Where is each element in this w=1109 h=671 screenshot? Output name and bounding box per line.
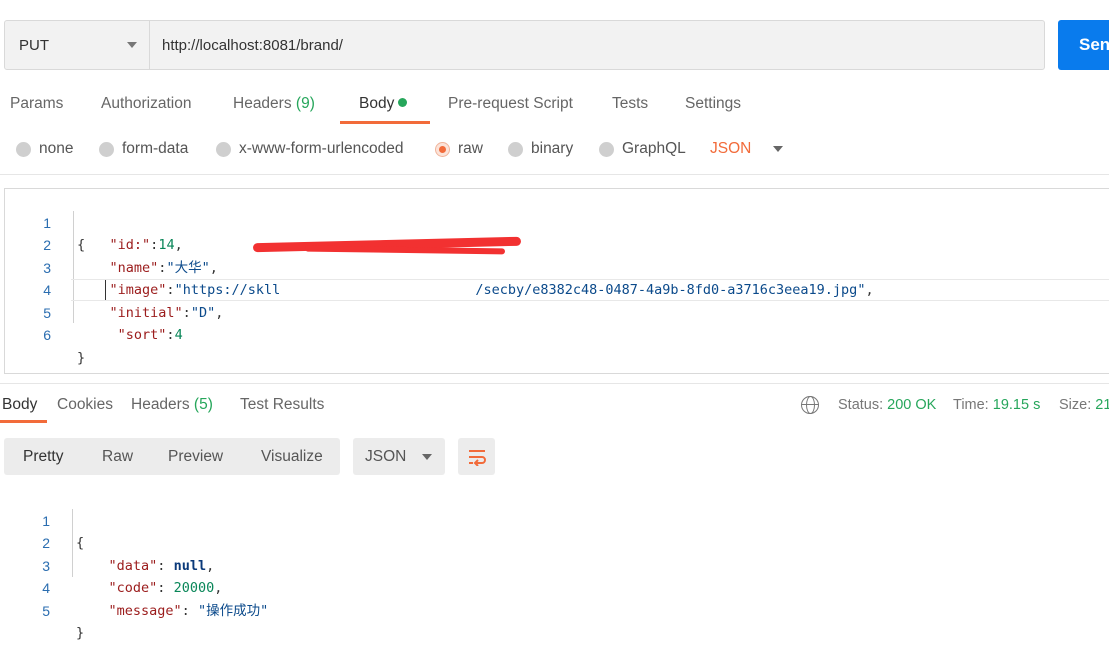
radio-x-www-form-urlencoded[interactable]: x-www-form-urlencoded xyxy=(216,134,404,164)
code-line: 2 "name":"大华", xyxy=(5,212,1109,276)
raw-format-select[interactable]: JSON xyxy=(710,134,784,164)
time-value: 19.15 s xyxy=(992,397,1041,413)
code-line: 1 { xyxy=(4,487,1104,552)
json-value: "操作成功" xyxy=(197,602,269,619)
method-label: PUT xyxy=(19,36,49,54)
headers-count: (5) xyxy=(193,396,213,413)
radio-raw[interactable]: raw xyxy=(435,134,483,164)
chevron-down-icon xyxy=(422,453,433,460)
body-type-options: none form-data x-www-form-urlencoded raw… xyxy=(0,134,1109,164)
tab-cookies[interactable]: Cookies xyxy=(57,390,113,422)
json-key: "sort" xyxy=(117,327,167,343)
request-tabs: Params Authorization Headers (9) Body Pr… xyxy=(0,84,1109,124)
raw-format-label: JSON xyxy=(710,140,752,157)
radio-graphql[interactable]: GraphQL xyxy=(599,134,686,164)
colon: : xyxy=(166,327,175,343)
tab-test-results[interactable]: Test Results xyxy=(240,390,324,422)
view-mode-group: Pretty Raw Preview Visualize xyxy=(4,438,340,475)
json-key: "message" xyxy=(108,602,182,619)
code-line: 3 "code": 20000, xyxy=(4,532,1104,597)
size-value: 21 xyxy=(1095,397,1109,413)
tab-settings[interactable]: Settings xyxy=(685,84,741,124)
response-format-select[interactable]: JSON xyxy=(353,438,445,475)
response-body-viewer[interactable]: 1 { 2 "data": null, 3 "code": 20000, 4 "… xyxy=(4,487,1104,642)
tab-response-headers[interactable]: Headers (5) xyxy=(131,390,213,422)
radio-label: GraphQL xyxy=(622,140,686,157)
code-line: 5 } xyxy=(4,577,1104,642)
size-label: Size: xyxy=(1059,397,1092,413)
response-tabs: Body Cookies Headers (5) Test Results St… xyxy=(0,390,1109,423)
view-raw[interactable]: Raw xyxy=(102,438,133,475)
status-value: 200 OK xyxy=(887,397,937,413)
tab-body[interactable]: Body xyxy=(359,84,408,124)
code-line: 4 "initial":"D", xyxy=(5,257,1109,321)
globe-icon[interactable] xyxy=(801,396,819,414)
modified-dot-icon xyxy=(398,98,408,107)
code-line: 6 } xyxy=(5,302,1109,366)
brace: } xyxy=(77,349,86,366)
radio-label: raw xyxy=(458,140,483,157)
radio-circle-icon xyxy=(99,141,114,157)
radio-none[interactable]: none xyxy=(16,134,73,164)
radio-binary[interactable]: binary xyxy=(508,134,573,164)
code-line: 5 "sort":4 xyxy=(5,279,1109,344)
send-button[interactable]: Send xyxy=(1058,20,1109,70)
chevron-down-icon xyxy=(127,42,137,48)
tab-label: Headers xyxy=(131,396,190,413)
url-input[interactable]: http://localhost:8081/brand/ xyxy=(150,21,1044,69)
tab-authorization[interactable]: Authorization xyxy=(101,84,191,124)
tab-label: Headers xyxy=(233,95,292,112)
radio-circle-icon xyxy=(16,141,31,157)
radio-label: form-data xyxy=(122,140,189,157)
response-format-label: JSON xyxy=(365,447,407,465)
line-number: 5 xyxy=(42,602,50,619)
tab-tests[interactable]: Tests xyxy=(612,84,648,124)
radio-selected-icon xyxy=(435,141,450,157)
radio-circle-icon xyxy=(508,141,523,157)
request-body-editor[interactable]: 1 { "id:":14, 2 "name":"大华", 3 "image":"… xyxy=(4,188,1109,374)
status-readout: Status: 200 OK xyxy=(838,390,936,422)
tab-params[interactable]: Params xyxy=(10,84,63,124)
line-number: 6 xyxy=(43,327,51,343)
view-pretty[interactable]: Pretty xyxy=(23,438,63,475)
view-preview[interactable]: Preview xyxy=(168,438,223,475)
view-visualize[interactable]: Visualize xyxy=(261,438,323,475)
code-line: 2 "data": null, xyxy=(4,510,1104,574)
status-label: Status: xyxy=(838,397,884,413)
code-line: 3 "image":"https://skll /secby/e8382c48-… xyxy=(5,234,1109,299)
chevron-down-icon xyxy=(773,146,784,152)
headers-count: (9) xyxy=(295,95,315,112)
size-readout: Size: 21 xyxy=(1059,390,1109,422)
tab-response-body[interactable]: Body xyxy=(2,390,37,422)
method-select[interactable]: PUT xyxy=(5,21,150,69)
tab-pre-request-script[interactable]: Pre-request Script xyxy=(448,84,573,124)
wrap-lines-button[interactable] xyxy=(458,438,495,475)
radio-circle-icon xyxy=(599,141,614,157)
radio-form-data[interactable]: form-data xyxy=(99,134,188,164)
code-line: 1 { "id:":14, xyxy=(5,189,1109,254)
code-line: 4 "message": "操作成功" xyxy=(4,555,1104,619)
colon: : xyxy=(181,602,198,619)
time-readout: Time: 19.15 s xyxy=(953,390,1040,422)
active-tab-indicator xyxy=(340,121,430,124)
wrap-lines-icon xyxy=(468,449,486,466)
radio-label: x-www-form-urlencoded xyxy=(239,140,404,157)
active-tab-indicator xyxy=(0,420,47,423)
tab-label: Body xyxy=(359,95,395,112)
request-bar: PUT http://localhost:8081/brand/ xyxy=(4,20,1045,70)
json-value: 4 xyxy=(174,327,183,343)
brace: } xyxy=(76,625,85,641)
radio-label: binary xyxy=(531,140,574,157)
divider xyxy=(0,383,1109,384)
time-label: Time: xyxy=(953,397,989,413)
radio-circle-icon xyxy=(216,141,231,157)
tab-headers[interactable]: Headers (9) xyxy=(233,84,315,124)
radio-label: none xyxy=(39,140,74,157)
divider xyxy=(0,174,1109,175)
